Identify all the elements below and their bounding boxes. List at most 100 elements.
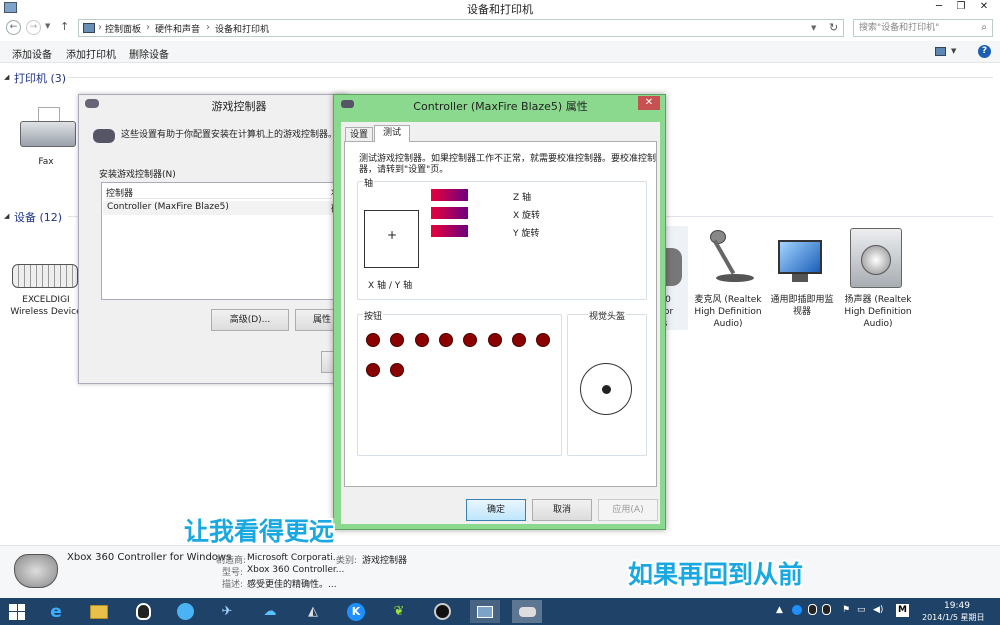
button-indicator: [511, 333, 526, 347]
column-header-controller[interactable]: 控制器: [106, 186, 332, 199]
window-title: 设备和打印机: [467, 3, 533, 16]
game-controllers-task-icon[interactable]: [512, 600, 542, 623]
leaf-app-icon[interactable]: ❦: [384, 600, 414, 623]
description-value: 感受更佳的精确性。...: [247, 580, 337, 590]
controller-properties-dialog: Controller (MaxFire Blaze5) 属性 ✕ 设置 测试 测…: [333, 94, 666, 530]
game-controllers-dialog: 游戏控制器 这些设置有助于你配置安装在计算机上的游戏控制器。 安装游戏控制器(N…: [78, 94, 351, 384]
breadcrumb-item[interactable]: 设备和打印机: [215, 22, 269, 35]
keyboard-label-2: Wireless Device: [10, 307, 82, 317]
qq-tray-icon-2[interactable]: [822, 604, 831, 615]
speaker-device[interactable]: 扬声器 (Realtek High Definition Audio): [838, 226, 918, 330]
devices-section-title[interactable]: 设备 (12): [14, 209, 62, 225]
breadcrumb-separator: ›: [206, 22, 210, 33]
xy-axis-box: +: [364, 210, 419, 268]
cloud-app-icon[interactable]: ☁: [255, 600, 285, 623]
display-icon[interactable]: ▭: [857, 605, 866, 615]
refresh-icon[interactable]: ↻: [829, 21, 838, 34]
game-dialog-description: 这些设置有助于你配置安装在计算机上的游戏控制器。: [121, 130, 338, 140]
recent-dropdown-icon[interactable]: ▼: [45, 22, 50, 30]
file-explorer-icon[interactable]: [84, 600, 114, 623]
breadcrumb-item[interactable]: 硬件和声音: [155, 22, 200, 35]
devices-expander-icon[interactable]: ◢: [4, 212, 9, 220]
tray-expand-icon[interactable]: ▲: [776, 605, 783, 615]
monitor-device[interactable]: 通用即插即用监 视器: [762, 226, 842, 330]
search-input[interactable]: 搜索"设备和打印机" ⌕: [853, 19, 993, 37]
ok-button[interactable]: 确定: [466, 499, 526, 521]
address-bar-row: ← → ▼ ↑ › 控制面板 › 硬件和声音 › 设备和打印机 ▼ ↻ 搜索"设…: [0, 17, 1000, 39]
plane-app-icon[interactable]: ✈: [212, 600, 242, 623]
printers-section-title[interactable]: 打印机 (3): [14, 70, 66, 86]
close-button[interactable]: ✕: [973, 0, 995, 14]
qq-tray-icon[interactable]: [808, 604, 817, 615]
pov-group: 视觉头盔: [567, 309, 647, 456]
start-windows-icon[interactable]: [2, 600, 32, 623]
view-dropdown-icon[interactable]: ▼: [951, 47, 956, 55]
view-options-icon[interactable]: [935, 47, 946, 56]
maximize-button[interactable]: ❐: [950, 0, 972, 14]
volume-icon[interactable]: ◀): [873, 605, 883, 615]
button-indicator: [487, 333, 502, 347]
command-bar: 添加设备 添加打印机 删除设备 ▼ ?: [0, 41, 1000, 63]
microphone-device[interactable]: 麦克风 (Realtek High Definition Audio): [688, 226, 768, 330]
buttons-group-title: 按钮: [363, 309, 384, 322]
search-icon[interactable]: ⌕: [981, 20, 987, 36]
details-pane: Xbox 360 Controller for Windows 制造商: Mic…: [0, 545, 1000, 598]
description-label: 描述:: [222, 580, 244, 590]
printers-expander-icon[interactable]: ◢: [4, 73, 9, 81]
alien-app-icon[interactable]: ◭: [298, 600, 328, 623]
controllers-list[interactable]: 控制器 状 Controller (MaxFire Blaze5) 确: [101, 182, 341, 300]
keyboard-device[interactable]: EXCELDIGI Wireless Device: [6, 258, 86, 322]
add-device-button[interactable]: 添加设备: [12, 46, 52, 61]
monitor-label-2: 视器: [792, 307, 811, 317]
qq-icon[interactable]: [128, 600, 158, 623]
minimize-button[interactable]: ─: [928, 0, 950, 14]
button-indicator: [366, 333, 380, 347]
help-icon[interactable]: ?: [978, 45, 991, 58]
monitor-label-1: 通用即插即用监: [770, 295, 834, 305]
test-tab-page: 测试游戏控制器。如果控制器工作不正常，就需要校准控制器。要校准控制 器，请转到"…: [344, 141, 657, 487]
properties-dialog-title: Controller (MaxFire Blaze5) 属性: [413, 100, 588, 113]
forward-arrow-icon[interactable]: →: [26, 20, 41, 35]
control-panel-task-icon[interactable]: [470, 600, 500, 623]
button-indicator: [390, 363, 405, 377]
clock-date[interactable]: 2014/1/5 星期日: [922, 612, 984, 623]
k-app-icon[interactable]: K: [341, 600, 371, 623]
flag-icon[interactable]: ⚑: [842, 605, 850, 615]
up-arrow-icon[interactable]: ↑: [60, 20, 69, 33]
fax-device[interactable]: Fax: [6, 101, 86, 171]
add-printer-button[interactable]: 添加打印机: [66, 46, 116, 61]
tab-test[interactable]: 测试: [374, 125, 410, 142]
internet-explorer-icon[interactable]: e: [41, 600, 71, 623]
test-info-line-2: 器，请转到"设置"页。: [359, 165, 449, 175]
close-button[interactable]: ✕: [638, 96, 660, 110]
remove-device-button[interactable]: 删除设备: [129, 46, 169, 61]
microphone-label-3: Audio): [713, 319, 743, 329]
taskbar: e ✈ ☁ ◭ K ❦ ▲ ⚑ ▭ ◀) M 19:49 2014/1/5 星期…: [0, 598, 1000, 625]
controller-row[interactable]: Controller (MaxFire Blaze5) 确: [103, 201, 341, 215]
back-arrow-icon[interactable]: ←: [6, 20, 21, 35]
category-value: 游戏控制器: [362, 556, 408, 566]
tray-app-icon[interactable]: [792, 605, 802, 615]
model-value: Xbox 360 Controller...: [247, 565, 345, 575]
apply-button[interactable]: 应用(A): [598, 499, 658, 521]
printers-section-line: [68, 77, 993, 78]
steam-icon[interactable]: [427, 600, 457, 623]
tab-settings[interactable]: 设置: [345, 127, 373, 141]
ime-indicator[interactable]: M: [896, 604, 909, 617]
breadcrumb-separator: ›: [98, 22, 102, 33]
clock-time[interactable]: 19:49: [944, 601, 970, 611]
fax-icon: [16, 107, 76, 151]
breadcrumb-separator: ›: [146, 22, 150, 33]
button-indicator: [438, 333, 453, 347]
breadcrumb-item[interactable]: 控制面板: [105, 22, 141, 35]
address-field[interactable]: › 控制面板 › 硬件和声音 › 设备和打印机 ▼ ↻: [78, 19, 844, 37]
bird-app-icon[interactable]: [170, 600, 200, 623]
advanced-button[interactable]: 高级(D)...: [211, 309, 289, 331]
z-axis-bar: [431, 189, 468, 201]
button-indicator: [536, 333, 551, 347]
cancel-button[interactable]: 取消: [532, 499, 592, 521]
address-dropdown-icon[interactable]: ▼: [811, 24, 816, 32]
x-rotation-label: X 旋转: [513, 211, 541, 221]
keyboard-icon: [12, 264, 78, 288]
gamepad-large-icon: [93, 129, 115, 143]
